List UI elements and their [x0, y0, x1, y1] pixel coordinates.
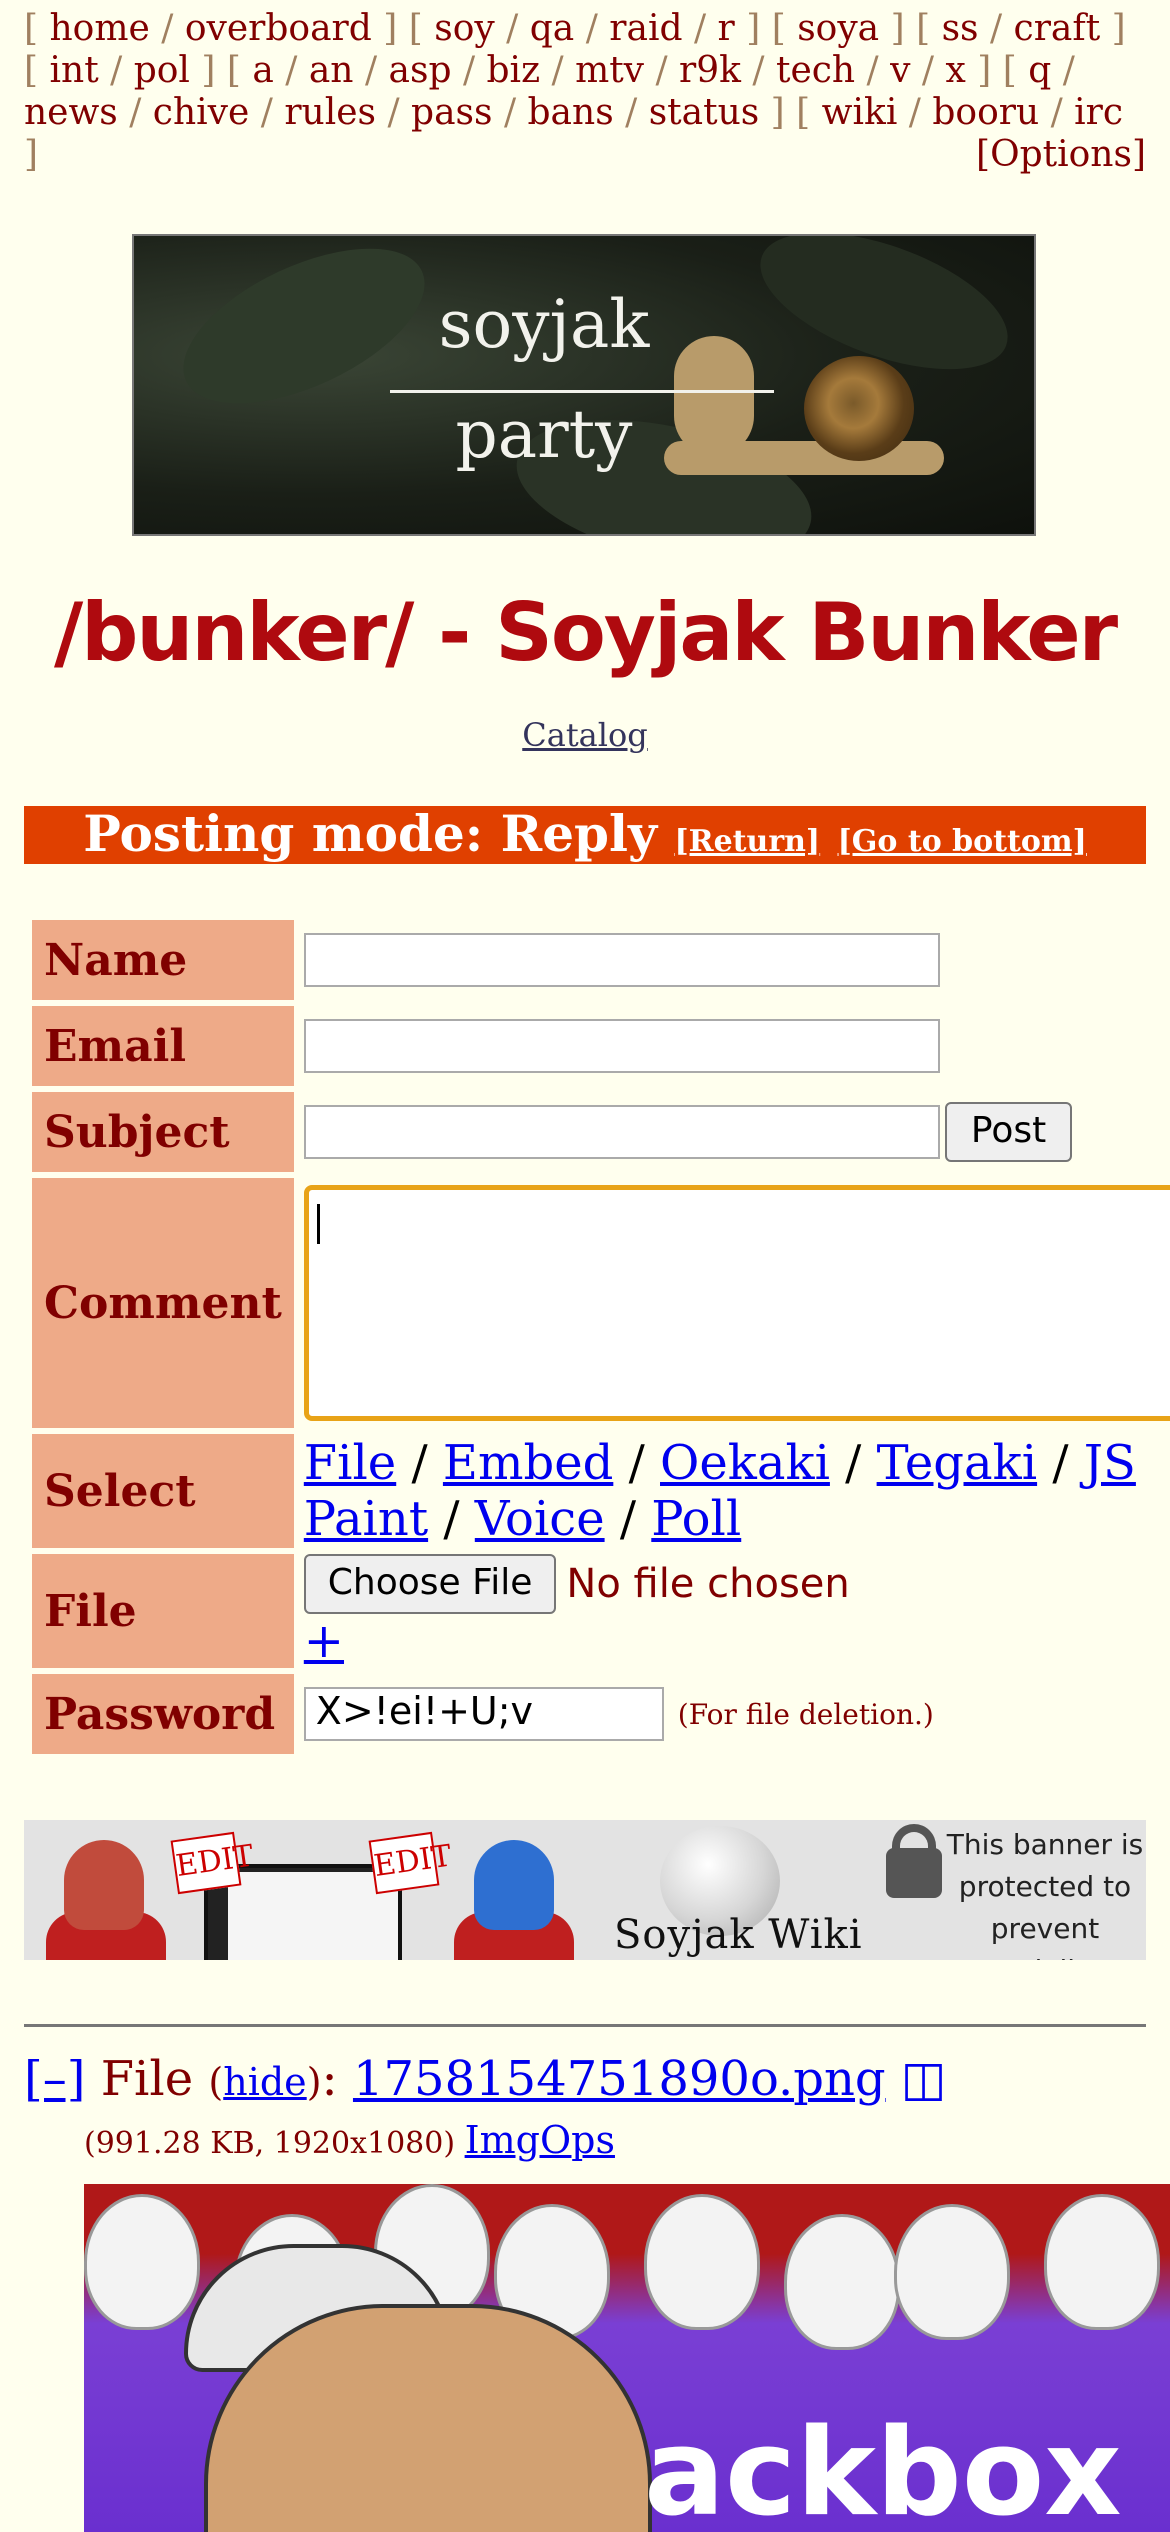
select-link-poll[interactable]: Poll	[651, 1491, 741, 1547]
board-link-craft[interactable]: craft	[1014, 8, 1101, 49]
collapse-link[interactable]: [–]	[24, 2051, 85, 2107]
imgops-link[interactable]: ImgOps	[465, 2118, 615, 2162]
select-link-voice[interactable]: Voice	[475, 1491, 605, 1547]
soyjak-figure-red	[64, 1840, 144, 1930]
select-link-tegaki[interactable]: Tegaki	[877, 1435, 1037, 1491]
subject-input[interactable]	[303, 1105, 940, 1159]
board-link-chive[interactable]: chive	[153, 92, 250, 133]
post-form: Name Email Subject Post Comment Select F…	[26, 914, 1170, 1760]
password-hint: (For file deletion.)	[677, 1697, 934, 1731]
posting-mode-bar: Posting mode: Reply [Return] [Go to bott…	[24, 806, 1146, 864]
comment-label: Comment	[32, 1178, 294, 1428]
board-link-soy[interactable]: soy	[434, 8, 495, 49]
select-link-embed[interactable]: Embed	[443, 1435, 613, 1491]
board-link-q[interactable]: q	[1028, 50, 1051, 91]
board-link-r[interactable]: r	[718, 8, 735, 49]
lock-icon	[886, 1848, 942, 1898]
soyjak-figure-blue	[474, 1840, 554, 1930]
hide-link[interactable]: hide	[223, 2060, 306, 2104]
board-list: [ home / overboard ] [ soy / qa / raid /…	[24, 8, 1146, 176]
board-link-tech[interactable]: tech	[776, 50, 855, 91]
select-link-file[interactable]: File	[304, 1435, 396, 1491]
return-link[interactable]: [Return]	[674, 824, 820, 859]
board-link-overboard[interactable]: overboard	[185, 8, 372, 49]
file-label: File	[32, 1554, 294, 1668]
board-link-pol[interactable]: pol	[134, 50, 190, 91]
password-label: Password	[32, 1674, 294, 1754]
banner-line-2: party	[455, 396, 633, 473]
board-link-rules[interactable]: rules	[284, 92, 376, 133]
wiki-text: Soyjak Wiki	[614, 1912, 863, 1958]
post-button[interactable]: Post	[944, 1102, 1073, 1162]
post-file-info: [–] File (hide): 1758154751890o.png ◫ (9…	[24, 2051, 947, 2162]
select-label: Select	[32, 1434, 294, 1548]
banner-line-1: soyjak	[438, 286, 650, 363]
edit-sign: EDIT	[368, 1831, 454, 1895]
file-meta: (991.28 KB, 1920x1080)	[84, 2126, 456, 2161]
choose-file-button[interactable]: Choose File	[303, 1554, 557, 1614]
board-link-v[interactable]: v	[890, 50, 910, 91]
board-link-soya[interactable]: soya	[797, 8, 879, 49]
download-icon[interactable]: ◫	[901, 2051, 946, 2107]
board-link-a[interactable]: a	[252, 50, 273, 91]
board-link-biz[interactable]: biz	[487, 50, 541, 91]
board-link-wiki[interactable]: wiki	[822, 92, 898, 133]
site-banner[interactable]: soyjak party	[132, 234, 1036, 536]
board-link-booru[interactable]: booru	[932, 92, 1039, 133]
board-link-x[interactable]: x	[945, 50, 965, 91]
board-link-int[interactable]: int	[50, 50, 99, 91]
board-link-pass[interactable]: pass	[411, 92, 492, 133]
add-file-link[interactable]: +	[304, 1614, 1170, 1668]
name-label: Name	[32, 920, 294, 1000]
password-input[interactable]: X>!ei!+U;v	[303, 1687, 664, 1741]
no-file-text: No file chosen	[566, 1561, 850, 1607]
filename-link[interactable]: 1758154751890o.png	[353, 2051, 886, 2107]
board-link-status[interactable]: status	[649, 92, 760, 133]
file-word: File	[100, 2051, 194, 2107]
board-link-raid[interactable]: raid	[609, 8, 682, 49]
email-label: Email	[32, 1006, 294, 1086]
screenshot-graphic	[228, 1872, 398, 1960]
ad-banner[interactable]: EDIT EDIT Soyjak Wiki This banner is pro…	[24, 1820, 1146, 1960]
email-input[interactable]	[303, 1019, 940, 1073]
post-thumbnail[interactable]: ackbox	[84, 2184, 1170, 2532]
board-link-an[interactable]: an	[309, 50, 354, 91]
protected-text: This banner is protected to prevent vand…	[946, 1828, 1144, 1960]
posting-mode-label: Posting mode: Reply	[83, 804, 658, 863]
comment-textarea[interactable]	[303, 1185, 1170, 1421]
board-link-asp[interactable]: asp	[389, 50, 452, 91]
select-link-oekaki[interactable]: Oekaki	[660, 1435, 830, 1491]
board-link-qa[interactable]: qa	[530, 8, 575, 49]
go-to-bottom-link[interactable]: [Go to bottom]	[838, 824, 1087, 859]
board-title: /bunker/ - Soyjak Bunker	[53, 586, 1118, 679]
divider	[24, 2024, 1146, 2027]
edit-sign: EDIT	[170, 1831, 256, 1895]
thumbnail-text: ackbox	[644, 2404, 1122, 2532]
catalog-link[interactable]: Catalog	[522, 716, 647, 754]
catalog-link-wrap: Catalog	[0, 716, 1170, 754]
board-link-ss[interactable]: ss	[942, 8, 979, 49]
board-link-irc[interactable]: irc	[1074, 92, 1123, 133]
name-input[interactable]	[303, 933, 940, 987]
board-link-home[interactable]: home	[50, 8, 150, 49]
select-links: File / Embed / Oekaki / Tegaki / JS Pain…	[303, 1435, 1136, 1547]
board-link-bans[interactable]: bans	[528, 92, 614, 133]
board-link-news[interactable]: news	[24, 92, 118, 133]
board-link-mtv[interactable]: mtv	[575, 50, 644, 91]
options-link[interactable]: [Options]	[976, 134, 1146, 176]
subject-label: Subject	[32, 1092, 294, 1172]
board-link-r9k[interactable]: r9k	[679, 50, 741, 91]
